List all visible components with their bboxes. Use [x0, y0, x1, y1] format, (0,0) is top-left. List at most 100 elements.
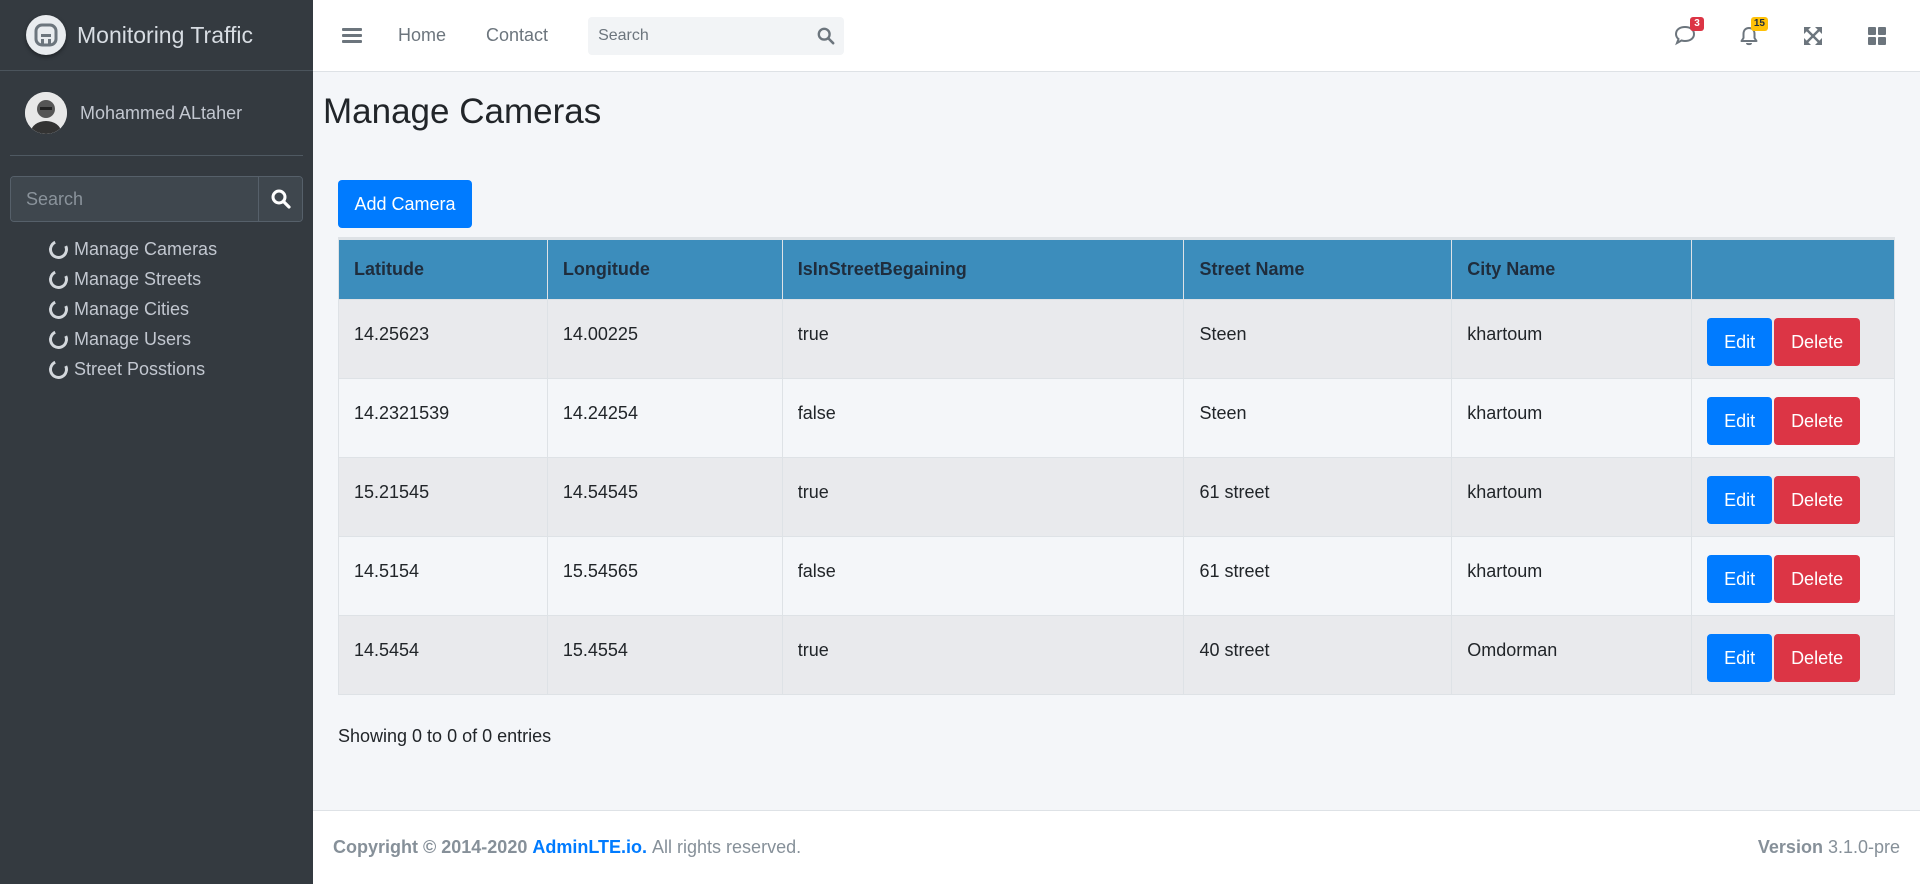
table-row: 14.25623 14.00225 true Steen khartoum Ed… — [338, 299, 1895, 379]
page-title: Manage Cameras — [323, 92, 602, 131]
circle-notch-icon — [46, 296, 71, 322]
sidebar-item-label: Manage Users — [74, 328, 192, 349]
brand-link[interactable]: Monitoring Traffic — [0, 0, 313, 71]
sidebar-nav: Manage Cameras Manage Streets Manage Cit… — [0, 234, 313, 384]
cell-is-in-street-beginning: true — [781, 615, 1185, 695]
sidebar-item-manage-streets[interactable]: Manage Streets — [46, 264, 313, 294]
sidebar-item-label: Manage Cameras — [74, 238, 218, 259]
navbar-right: 3 15 — [1634, 16, 1890, 49]
column-header-actions — [1691, 237, 1895, 300]
cell-longitude: 14.54545 — [546, 457, 783, 537]
footer-version-label: Version — [1757, 837, 1823, 857]
cell-longitude: 15.4554 — [546, 615, 783, 695]
sidebar-item-label: Street Posstions — [74, 358, 206, 379]
delete-button[interactable]: Delete — [1774, 397, 1861, 445]
cell-longitude: 14.00225 — [546, 299, 783, 379]
search-icon — [817, 27, 835, 44]
sidebar-item-street-positions[interactable]: Street Posstions — [46, 354, 313, 384]
cell-street-name: 61 street — [1183, 536, 1453, 616]
messages-badge: 3 — [1690, 16, 1704, 31]
main-footer: Copyright © 2014-2020 AdminLTE.io. All r… — [313, 810, 1920, 884]
cell-actions: Edit Delete — [1691, 536, 1895, 616]
cell-actions: Edit Delete — [1691, 378, 1895, 458]
cell-longitude: 15.54565 — [546, 536, 783, 616]
delete-button[interactable]: Delete — [1774, 476, 1861, 524]
footer-version-number: 3.1.0-pre — [1827, 837, 1900, 857]
navbar-search-input[interactable] — [588, 26, 809, 45]
messages-button[interactable]: 3 — [1672, 16, 1704, 49]
cell-street-name: 40 street — [1183, 615, 1453, 695]
notifications-button[interactable]: 15 — [1736, 16, 1768, 49]
edit-button[interactable]: Edit — [1707, 634, 1773, 682]
sidebar-search-button[interactable] — [258, 177, 302, 221]
column-header-latitude[interactable]: Latitude — [338, 237, 548, 300]
cell-actions: Edit Delete — [1691, 457, 1895, 537]
table-row: 15.21545 14.54545 true 61 street khartou… — [338, 457, 1895, 537]
cell-actions: Edit Delete — [1691, 615, 1895, 695]
sidebar-item-manage-cameras[interactable]: Manage Cameras — [46, 234, 313, 264]
cell-city-name: khartoum — [1451, 457, 1693, 537]
menu-toggle-icon[interactable] — [342, 25, 362, 46]
column-header-street-name[interactable]: Street Name — [1183, 237, 1453, 300]
top-navbar: Home Contact 3 15 — [313, 0, 1920, 72]
cell-street-name: Steen — [1183, 299, 1453, 379]
cell-latitude: 14.5454 — [338, 615, 548, 695]
edit-button[interactable]: Edit — [1707, 476, 1773, 524]
footer-adminlte-link[interactable]: AdminLTE.io. — [532, 837, 647, 858]
nav-link-home[interactable]: Home — [398, 25, 446, 46]
user-name[interactable]: Mohammed ALtaher — [80, 103, 242, 124]
content-wrapper: Manage Cameras Add Camera Latitude Longi… — [313, 72, 1920, 810]
cell-street-name: Steen — [1183, 378, 1453, 458]
cell-latitude: 14.25623 — [338, 299, 548, 379]
user-panel[interactable]: Mohammed ALtaher — [10, 71, 303, 156]
table-row: 14.5454 15.4554 true 40 street Omdorman … — [338, 615, 1895, 695]
cell-is-in-street-beginning: false — [781, 536, 1185, 616]
table-row: 14.2321539 14.24254 false Steen khartoum… — [338, 378, 1895, 458]
navbar-search-button[interactable] — [808, 27, 844, 45]
cell-city-name: Omdorman — [1451, 615, 1693, 695]
edit-button[interactable]: Edit — [1707, 318, 1773, 366]
cell-latitude: 15.21545 — [338, 457, 548, 537]
brand-name: Monitoring Traffic — [77, 21, 253, 48]
column-header-city-name[interactable]: City Name — [1451, 237, 1693, 300]
user-avatar — [25, 92, 67, 134]
circle-notch-icon — [46, 326, 71, 352]
sidebar-search-input[interactable] — [11, 177, 258, 221]
cameras-table: Latitude Longitude IsInStreetBegaining S… — [338, 237, 1895, 695]
sidebar-item-manage-cities[interactable]: Manage Cities — [46, 294, 313, 324]
control-sidebar-button[interactable] — [1864, 23, 1890, 49]
nav-link-contact[interactable]: Contact — [486, 25, 548, 46]
delete-button[interactable]: Delete — [1774, 318, 1861, 366]
cell-longitude: 14.24254 — [546, 378, 783, 458]
edit-button[interactable]: Edit — [1707, 555, 1773, 603]
fullscreen-button[interactable] — [1800, 23, 1826, 49]
edit-button[interactable]: Edit — [1707, 397, 1773, 445]
cell-city-name: khartoum — [1451, 299, 1693, 379]
th-large-icon — [1868, 26, 1886, 45]
add-camera-button[interactable]: Add Camera — [338, 180, 472, 228]
table-info: Showing 0 to 0 of 0 entries — [338, 726, 552, 746]
cell-latitude: 14.5154 — [338, 536, 548, 616]
circle-notch-icon — [46, 236, 71, 262]
footer-copyright: Copyright © 2014-2020 — [333, 837, 528, 857]
navbar-search — [588, 16, 845, 55]
cell-is-in-street-beginning: true — [781, 457, 1185, 537]
column-header-longitude[interactable]: Longitude — [546, 237, 783, 300]
cell-city-name: khartoum — [1451, 378, 1693, 458]
cell-actions: Edit Delete — [1691, 299, 1895, 379]
table-row: 14.5154 15.54565 false 61 street khartou… — [338, 536, 1895, 616]
sidebar-item-manage-users[interactable]: Manage Users — [46, 324, 313, 354]
delete-button[interactable]: Delete — [1774, 634, 1861, 682]
circle-notch-icon — [46, 356, 71, 382]
circle-notch-icon — [46, 266, 71, 292]
delete-button[interactable]: Delete — [1774, 555, 1861, 603]
cell-is-in-street-beginning: true — [781, 299, 1185, 379]
table-header-row: Latitude Longitude IsInStreetBegaining S… — [338, 237, 1895, 300]
expand-arrows-icon — [1804, 26, 1822, 45]
column-header-is-in-street-beginning[interactable]: IsInStreetBegaining — [781, 237, 1185, 300]
main-sidebar: Monitoring Traffic Mohammed ALtaher Mana… — [0, 0, 313, 884]
cell-latitude: 14.2321539 — [338, 378, 548, 458]
sidebar-item-label: Manage Cities — [74, 298, 190, 319]
cell-city-name: khartoum — [1451, 536, 1693, 616]
footer-rights: All rights reserved. — [652, 837, 802, 857]
